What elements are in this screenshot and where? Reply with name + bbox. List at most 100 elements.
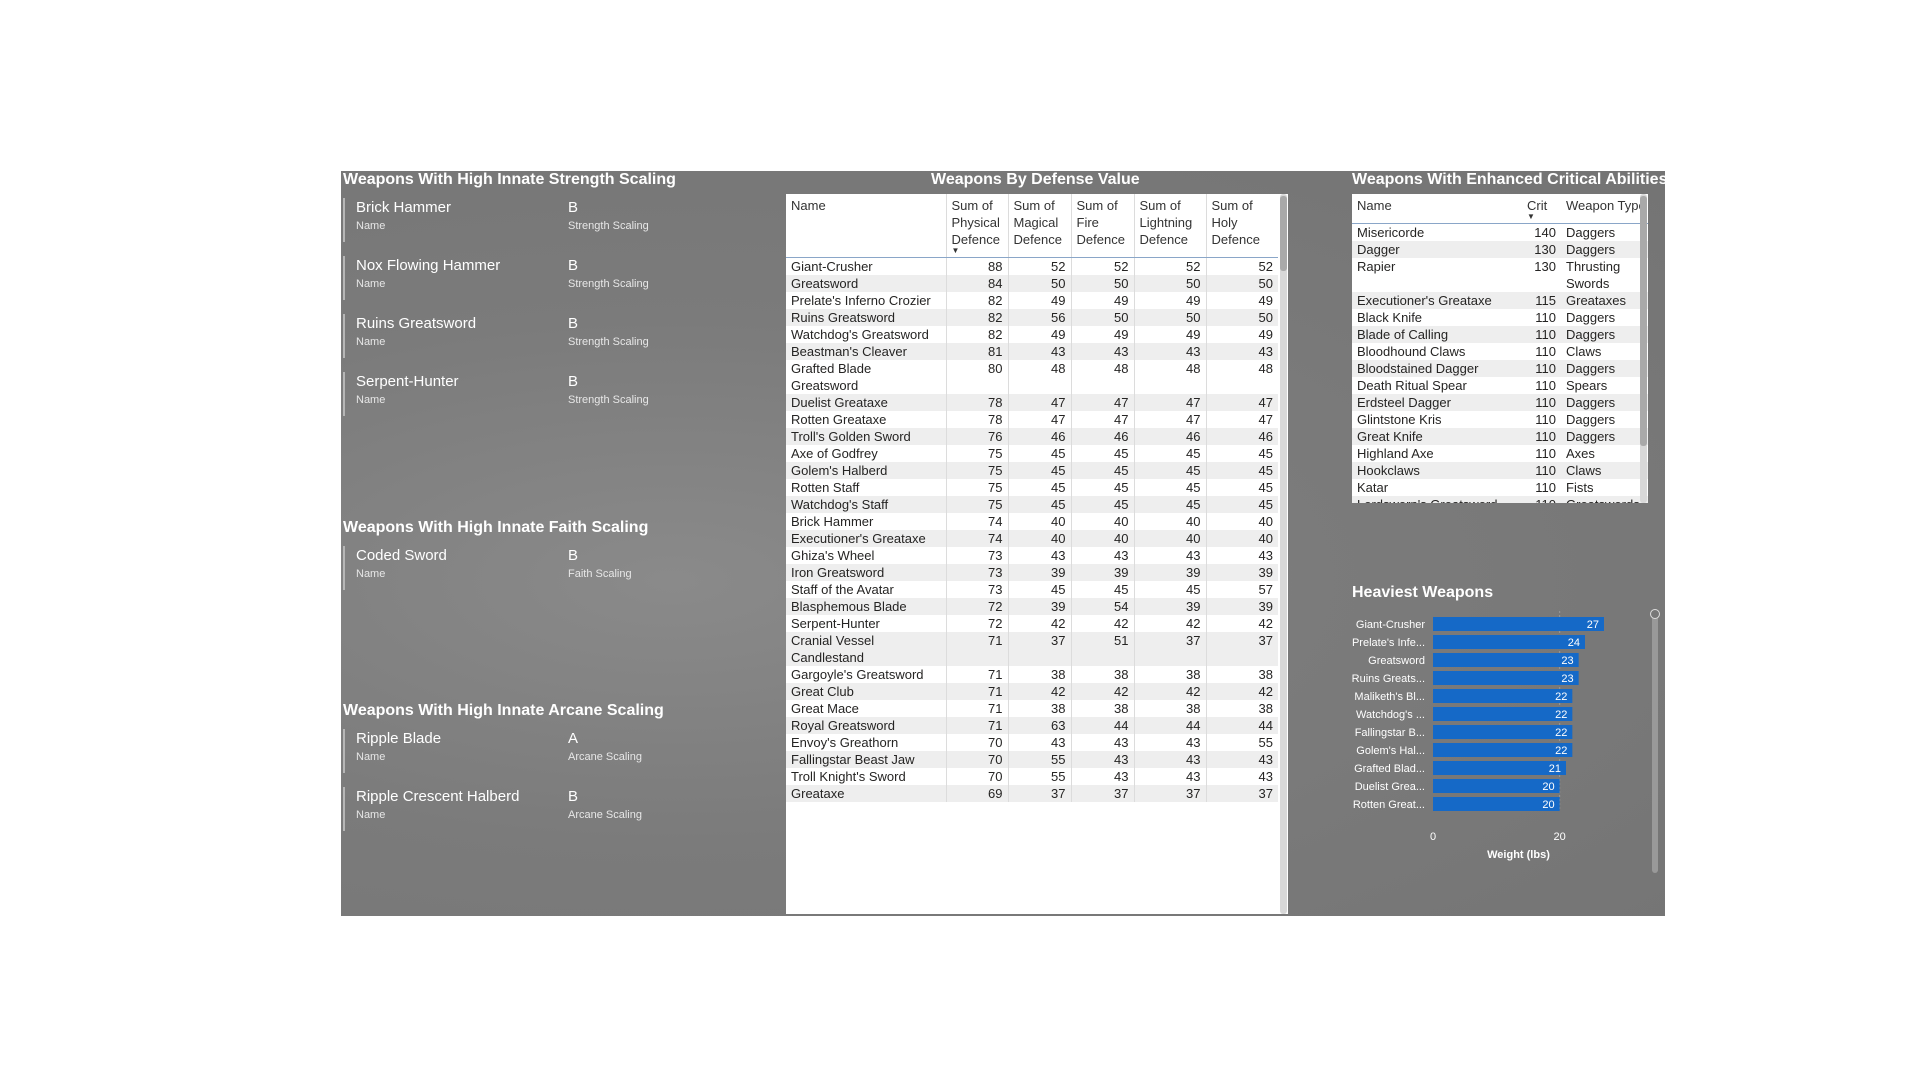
table-row[interactable]: Duelist Greataxe 78 47 47 47 47 xyxy=(786,394,1278,411)
table-row[interactable]: Rapier 130 Thrusting Swords xyxy=(1352,258,1648,292)
table-cell: 47 xyxy=(1206,394,1278,411)
table-cell: Royal Greatsword xyxy=(786,717,947,734)
table-row[interactable]: Death Ritual Spear 110 Spears xyxy=(1352,377,1648,394)
table-row[interactable]: Erdsteel Dagger 110 Daggers xyxy=(1352,394,1648,411)
col-header-holy-defence[interactable]: Sum of Holy Defence xyxy=(1206,194,1278,258)
table-row[interactable]: Brick Hammer 74 40 40 40 40 xyxy=(786,513,1278,530)
table-row[interactable]: Great Club 71 42 42 42 42 xyxy=(786,683,1278,700)
table-cell: 46 xyxy=(1008,428,1072,445)
table-row[interactable]: Fallingstar Beast Jaw 70 55 43 43 43 xyxy=(786,751,1278,768)
table-row[interactable]: Grafted Blade Greatsword 80 48 48 48 48 xyxy=(786,360,1278,394)
table-row[interactable]: Cranial Vessel Candlestand 71 37 51 37 37 xyxy=(786,632,1278,666)
critical-table-scroll-thumb[interactable] xyxy=(1640,196,1647,446)
table-row[interactable]: Hookclaws 110 Claws xyxy=(1352,462,1648,479)
table-row[interactable]: Bloodstained Dagger 110 Daggers xyxy=(1352,360,1648,377)
card-scaling-grade: B xyxy=(568,257,579,274)
weight-bar[interactable] xyxy=(1433,725,1573,739)
critical-table-scrollbar[interactable] xyxy=(1640,194,1647,503)
table-cell: 110 xyxy=(1535,480,1556,495)
table-cell: 44 xyxy=(1206,717,1278,734)
table-row[interactable]: Black Knife 110 Daggers xyxy=(1352,309,1648,326)
col-header-name[interactable]: Name xyxy=(1352,194,1527,224)
weight-bar[interactable] xyxy=(1433,779,1560,793)
table-cell: Claws xyxy=(1566,344,1602,359)
table-row[interactable]: Great Knife 110 Daggers xyxy=(1352,428,1648,445)
table-cell: Greatsword xyxy=(786,275,947,292)
table-row[interactable]: Giant-Crusher 88 52 52 52 52 xyxy=(786,257,1278,275)
table-row[interactable]: Greatsword 84 50 50 50 50 xyxy=(786,275,1278,292)
table-cell: Daggers xyxy=(1566,310,1616,325)
table-row[interactable]: Watchdog's Staff 75 45 45 45 45 xyxy=(786,496,1278,513)
data-label: 22 xyxy=(1555,745,1567,757)
weight-bar[interactable] xyxy=(1433,617,1604,631)
table-cell: 48 xyxy=(1134,360,1207,394)
table-row[interactable]: Ghiza's Wheel 73 43 43 43 43 xyxy=(786,547,1278,564)
table-row[interactable]: Envoy's Greathorn 70 43 43 43 55 xyxy=(786,734,1278,751)
table-row[interactable]: Rotten Greataxe 78 47 47 47 47 xyxy=(786,411,1278,428)
defense-table-scroll-thumb[interactable] xyxy=(1280,196,1287,271)
weight-bar[interactable] xyxy=(1433,653,1579,667)
table-row[interactable]: Staff of the Avatar 73 45 45 45 57 xyxy=(786,581,1278,598)
table-cell: 45 xyxy=(1008,462,1072,479)
table-row[interactable]: Gargoyle's Greatsword 71 38 38 38 38 xyxy=(786,666,1278,683)
table-cell: 52 xyxy=(1258,259,1273,274)
table-row[interactable]: Troll Knight's Sword 70 55 43 43 43 xyxy=(786,768,1278,785)
table-cell: Troll Knight's Sword xyxy=(786,768,947,785)
table-cell: 43 xyxy=(1134,547,1207,564)
table-row[interactable]: Royal Greatsword 71 63 44 44 44 xyxy=(786,717,1278,734)
table-row[interactable]: Executioner's Greataxe 115 Greataxes xyxy=(1352,292,1648,309)
table-cell: Ruins Greatsword xyxy=(786,309,947,326)
table-cell: 45 xyxy=(1071,479,1135,496)
weight-bar[interactable] xyxy=(1433,761,1566,775)
table-cell: Duelist Greataxe xyxy=(786,394,947,411)
weight-bar[interactable] xyxy=(1433,743,1573,757)
weight-bar[interactable] xyxy=(1433,671,1579,685)
table-row[interactable]: Blasphemous Blade 72 39 54 39 39 xyxy=(786,598,1278,615)
table-row[interactable]: Beastman's Cleaver 81 43 43 43 43 xyxy=(786,343,1278,360)
table-row[interactable]: Lordsworn's Greatsword110Greatswords xyxy=(1352,496,1648,503)
weight-bar[interactable] xyxy=(1433,797,1560,811)
table-row[interactable]: Axe of Godfrey 75 45 45 45 45 xyxy=(786,445,1278,462)
col-header-name[interactable]: Name xyxy=(786,194,947,258)
table-row[interactable]: Blade of Calling 110 Daggers xyxy=(1352,326,1648,343)
col-header-weapon-type[interactable]: Weapon Type xyxy=(1561,194,1648,224)
table-row[interactable]: Prelate's Inferno Crozier 82 49 49 49 49 xyxy=(786,292,1278,309)
table-cell: Katar xyxy=(1357,480,1389,495)
table-row[interactable]: Serpent-Hunter 72 42 42 42 42 xyxy=(786,615,1278,632)
table-row[interactable]: Great Mace 71 38 38 38 38 xyxy=(786,700,1278,717)
table-cell: 49 xyxy=(1134,292,1207,309)
table-cell: Black Knife xyxy=(1357,310,1423,325)
table-row[interactable]: Bloodhound Claws 110 Claws xyxy=(1352,343,1648,360)
table-row[interactable]: Glintstone Kris 110 Daggers xyxy=(1352,411,1648,428)
chart-scrollbar[interactable] xyxy=(1650,609,1660,873)
table-row[interactable]: Watchdog's Greatsword 82 49 49 49 49 xyxy=(786,326,1278,343)
weight-bar[interactable] xyxy=(1433,707,1573,721)
col-header-fire-defence[interactable]: Sum of Fire Defence xyxy=(1071,194,1135,258)
scaling-card: Coded Sword Name B Faith Scaling xyxy=(343,546,765,590)
weight-bar[interactable] xyxy=(1433,689,1573,703)
weight-bar[interactable] xyxy=(1433,635,1585,649)
col-header-magical-defence[interactable]: Sum of Magical Defence xyxy=(1008,194,1072,258)
table-row[interactable]: Misericorde 140 Daggers xyxy=(1352,224,1648,242)
col-header-lightning-defence[interactable]: Sum of Lightning Defence xyxy=(1134,194,1207,258)
table-row[interactable]: Executioner's Greataxe 74 40 40 40 40 xyxy=(786,530,1278,547)
table-cell: 71 xyxy=(946,666,1009,683)
table-row[interactable]: Greataxe 69 37 37 37 37 xyxy=(786,785,1278,802)
table-cell: 42 xyxy=(1258,616,1273,631)
table-cell: 40 xyxy=(1008,513,1072,530)
table-row[interactable]: Rotten Staff 75 45 45 45 45 xyxy=(786,479,1278,496)
table-cell: Thrusting Swords xyxy=(1566,259,1621,291)
table-cell: 42 xyxy=(1134,683,1207,700)
table-row[interactable]: Iron Greatsword 73 39 39 39 39 xyxy=(786,564,1278,581)
table-row[interactable]: Golem's Halberd 75 45 45 45 45 xyxy=(786,462,1278,479)
table-row[interactable]: Troll's Golden Sword 76 46 46 46 46 xyxy=(786,428,1278,445)
table-row[interactable]: Ruins Greatsword 82 56 50 50 50 xyxy=(786,309,1278,326)
category-label: Giant-Crusher xyxy=(1356,619,1425,631)
defense-table-scrollbar[interactable] xyxy=(1280,194,1287,914)
col-header-crit[interactable]: Crit ▼ xyxy=(1527,194,1561,224)
table-row[interactable]: Dagger 130 Daggers xyxy=(1352,241,1648,258)
col-header-physical-defence[interactable]: Sum of Physical Defence ▼ xyxy=(946,194,1009,258)
table-row[interactable]: Katar 110 Fists xyxy=(1352,479,1648,496)
table-row[interactable]: Highland Axe 110 Axes xyxy=(1352,445,1648,462)
chart-scroll-handle[interactable] xyxy=(1650,609,1660,619)
